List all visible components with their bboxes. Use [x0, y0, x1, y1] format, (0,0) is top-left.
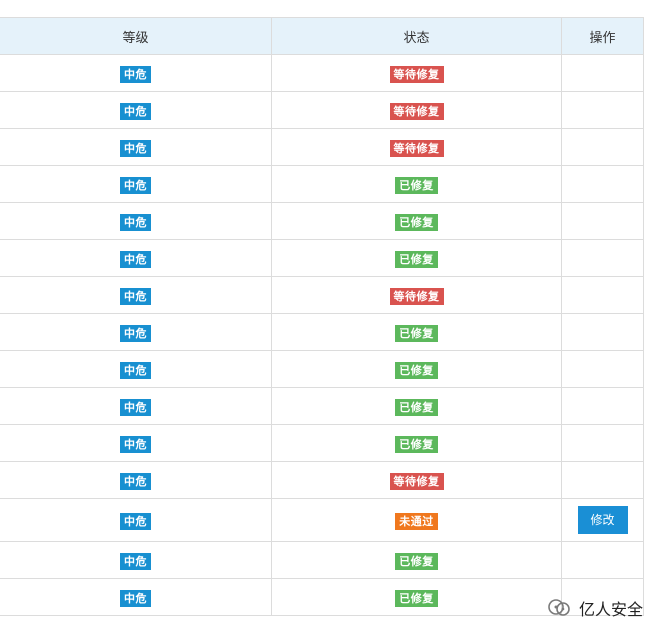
table-row: 中危 等待修复 [0, 128, 644, 166]
cell-status: 已修复 [271, 165, 562, 203]
status-badge: 等待修复 [389, 140, 444, 157]
table-row: 中危 已修复 [0, 424, 644, 462]
cell-status: 已修复 [271, 202, 562, 240]
table-row: 中危 已修复 [0, 387, 644, 425]
cell-operation [561, 350, 644, 388]
table-row: 中危 已修复 [0, 202, 644, 240]
level-badge: 中危 [120, 177, 151, 194]
status-badge: 等待修复 [389, 66, 444, 83]
status-badge: 已修复 [395, 325, 438, 342]
cell-level: 中危 [0, 461, 272, 499]
watermark-text: 亿人安全 [578, 600, 643, 619]
wechat-official-account-icon [548, 599, 570, 616]
status-badge: 已修复 [395, 590, 438, 607]
table-row: 中危 已修复 [0, 165, 644, 203]
table-row: 中危 已修复 [0, 350, 644, 388]
cell-status: 已修复 [271, 578, 562, 616]
table-row: 中危 等待修复 [0, 276, 644, 314]
cell-status: 已修复 [271, 239, 562, 277]
cell-operation [561, 313, 644, 351]
status-badge: 已修复 [395, 399, 438, 416]
cell-operation [561, 128, 644, 166]
level-badge: 中危 [120, 553, 151, 570]
table-row: 中危 等待修复 [0, 461, 644, 499]
cell-level: 中危 [0, 350, 272, 388]
cell-level: 中危 [0, 239, 272, 277]
cell-level: 中危 [0, 54, 272, 92]
level-badge: 中危 [120, 325, 151, 342]
cell-level: 中危 [0, 276, 272, 314]
cell-status: 等待修复 [271, 128, 562, 166]
level-badge: 中危 [120, 513, 151, 530]
cell-status: 等待修复 [271, 276, 562, 314]
cell-level: 中危 [0, 202, 272, 240]
cell-level: 中危 [0, 165, 272, 203]
cell-operation [561, 165, 644, 203]
cell-operation: 修改 [561, 498, 644, 542]
edit-button[interactable]: 修改 [577, 506, 628, 534]
level-badge: 中危 [120, 288, 151, 305]
level-badge: 中危 [120, 590, 151, 607]
cell-level: 中危 [0, 313, 272, 351]
cell-operation [561, 541, 644, 579]
cell-level: 中危 [0, 387, 272, 425]
cell-status: 已修复 [271, 541, 562, 579]
cell-status: 已修复 [271, 387, 562, 425]
status-badge: 已修复 [395, 362, 438, 379]
cell-status: 已修复 [271, 350, 562, 388]
cell-status: 等待修复 [271, 461, 562, 499]
status-badge: 已修复 [395, 214, 438, 231]
watermark: 亿人安全 [547, 596, 643, 620]
cell-operation [561, 424, 644, 462]
status-badge: 等待修复 [389, 288, 444, 305]
level-badge: 中危 [120, 140, 151, 157]
level-badge: 中危 [120, 66, 151, 83]
status-badge: 已修复 [395, 436, 438, 453]
status-badge: 已修复 [395, 553, 438, 570]
cell-level: 中危 [0, 541, 272, 579]
table-row: 中危 未通过 修改 [0, 498, 644, 542]
level-badge: 中危 [120, 103, 151, 120]
level-badge: 中危 [120, 473, 151, 490]
status-badge: 已修复 [395, 177, 438, 194]
cell-operation [561, 54, 644, 92]
cell-status: 等待修复 [271, 54, 562, 92]
status-badge: 已修复 [395, 251, 438, 268]
status-badge: 等待修复 [389, 473, 444, 490]
table-header-row: 等级 状态 操作 [0, 17, 644, 55]
cell-level: 中危 [0, 498, 272, 542]
cell-operation [561, 461, 644, 499]
header-level: 等级 [0, 17, 272, 55]
level-badge: 中危 [120, 214, 151, 231]
cell-operation [561, 91, 644, 129]
table-row: 中危 已修复 [0, 239, 644, 277]
header-operation: 操作 [561, 17, 644, 55]
cell-status: 未通过 [271, 498, 562, 542]
cell-operation [561, 239, 644, 277]
header-status: 状态 [271, 17, 562, 55]
status-badge: 未通过 [395, 513, 438, 530]
cell-status: 等待修复 [271, 91, 562, 129]
table-row: 中危 等待修复 [0, 91, 644, 129]
cell-operation [561, 202, 644, 240]
table-body: 中危 等待修复 中危 等待修复 中危 等待修复 中危 已修复 中危 已修复 中危 已修复 中危 等待修复中… [0, 54, 644, 616]
cell-operation [561, 387, 644, 425]
level-badge: 中危 [120, 251, 151, 268]
cell-level: 中危 [0, 128, 272, 166]
level-badge: 中危 [120, 436, 151, 453]
cell-level: 中危 [0, 424, 272, 462]
table-row: 中危 等待修复 [0, 54, 644, 92]
status-badge: 等待修复 [389, 103, 444, 120]
level-badge: 中危 [120, 399, 151, 416]
cell-operation [561, 276, 644, 314]
vulnerability-table: 等级 状态 操作 中危 等待修复 中危 等待修复 中危 等待修复 中危 已修复 中危 已修复 中危已… [0, 17, 644, 616]
cell-level: 中危 [0, 578, 272, 616]
cell-level: 中危 [0, 91, 272, 129]
cell-status: 已修复 [271, 424, 562, 462]
level-badge: 中危 [120, 362, 151, 379]
table-row: 中危 已修复 [0, 313, 644, 351]
cell-status: 已修复 [271, 313, 562, 351]
table-row: 中危 已修复 [0, 541, 644, 579]
